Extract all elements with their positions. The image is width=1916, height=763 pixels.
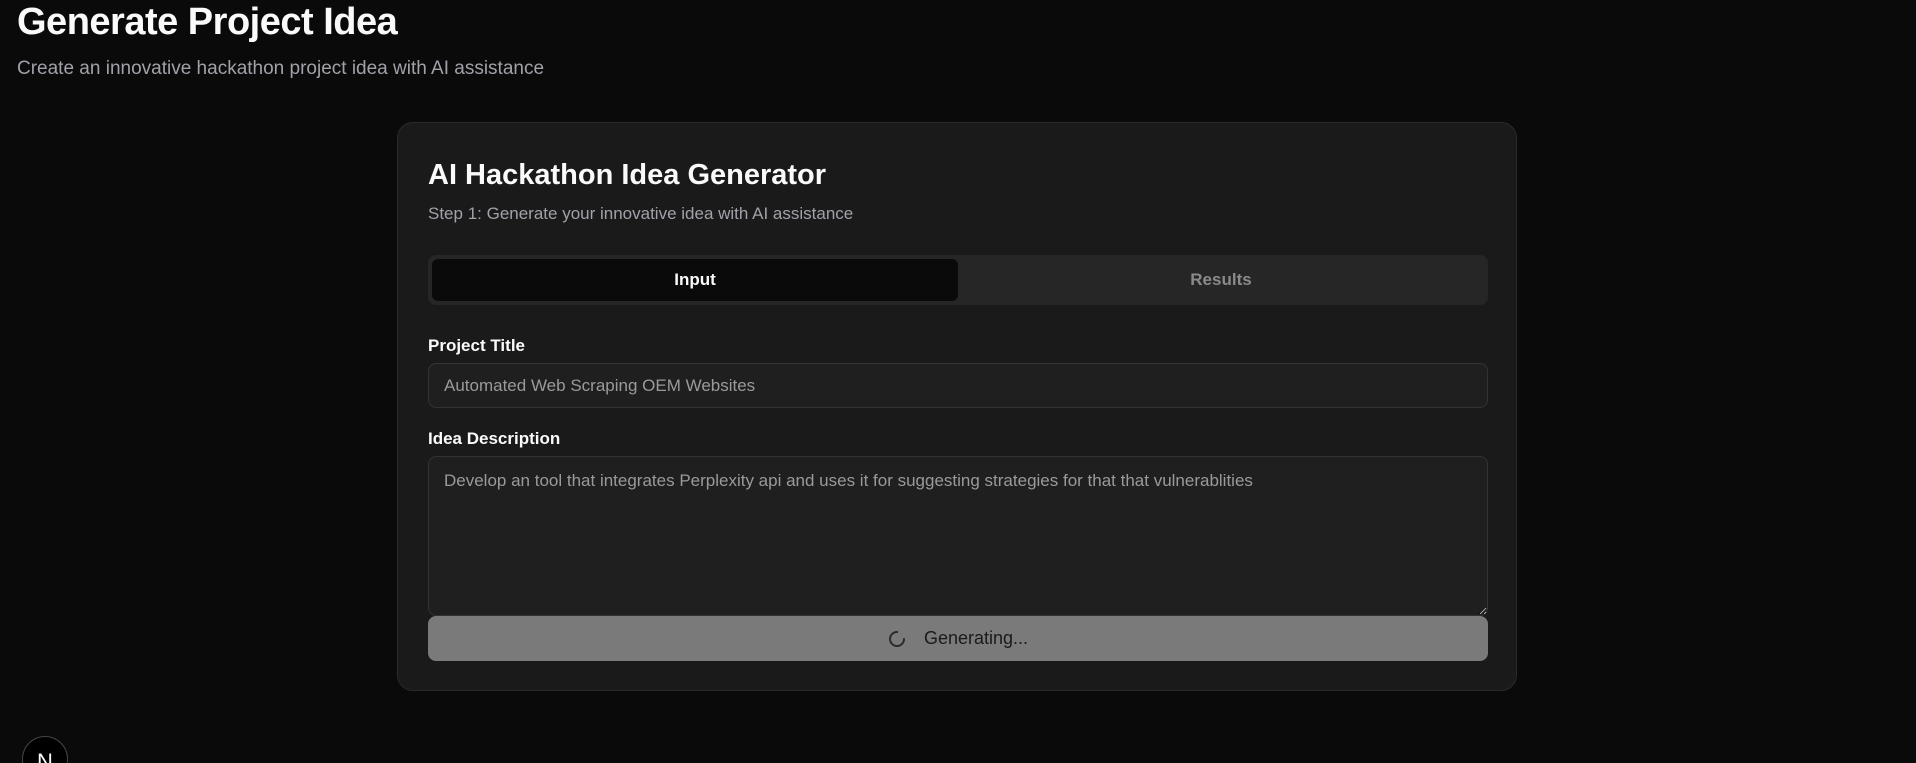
card-subtitle: Step 1: Generate your innovative idea wi… xyxy=(428,204,854,223)
project-title-label: Project Title xyxy=(428,336,525,355)
n-badge-letter: N xyxy=(37,749,53,763)
spinner-icon xyxy=(888,630,906,648)
tab-input[interactable]: Input xyxy=(432,259,958,301)
idea-generator-card: AI Hackathon Idea Generator Step 1: Gene… xyxy=(397,122,1517,691)
card-title: AI Hackathon Idea Generator xyxy=(428,159,827,191)
page-title: Generate Project Idea xyxy=(17,1,398,43)
idea-description-textarea[interactable]: Develop an tool that integrates Perplexi… xyxy=(428,456,1488,616)
idea-description-label: Idea Description xyxy=(428,429,561,448)
generate-button[interactable]: Generating... xyxy=(428,616,1488,661)
project-title-input[interactable] xyxy=(428,363,1488,408)
n-badge[interactable]: N xyxy=(22,736,68,763)
generate-button-label: Generating... xyxy=(923,628,1029,648)
page-subtitle: Create an innovative hackathon project i… xyxy=(17,58,545,79)
tab-list: Input Results xyxy=(428,255,1488,305)
tab-results[interactable]: Results xyxy=(958,259,1484,301)
page: Generate Project Idea Create an innovati… xyxy=(0,0,1916,763)
page-header: Generate Project Idea Create an innovati… xyxy=(17,0,544,81)
